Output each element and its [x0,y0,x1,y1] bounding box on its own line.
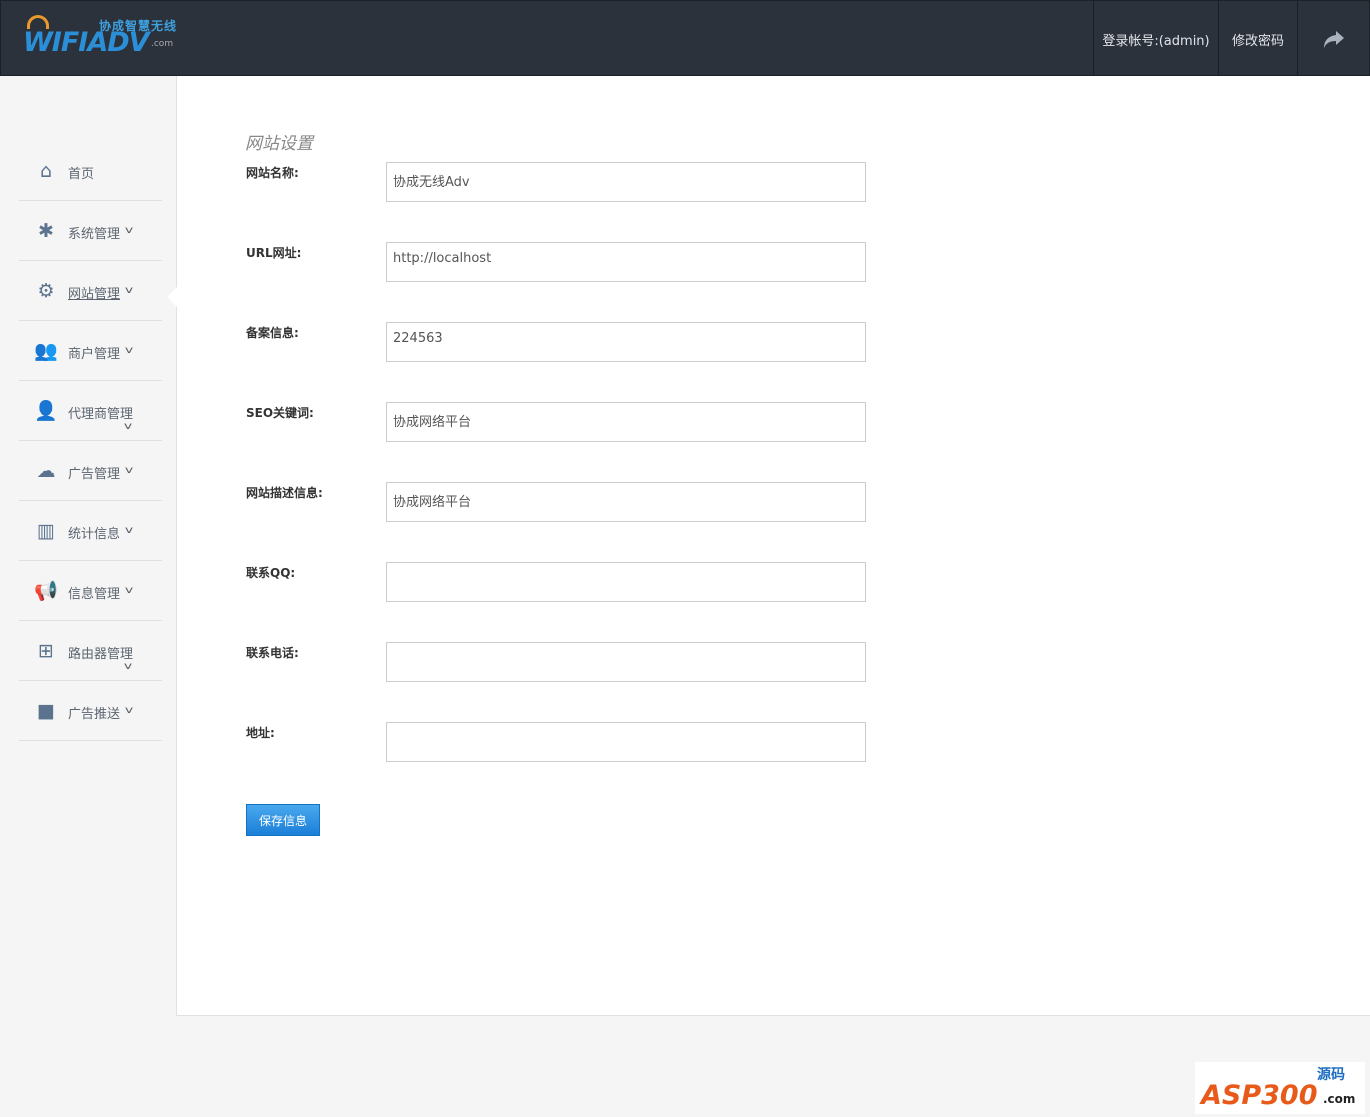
field-input-7[interactable] [386,722,866,762]
field-label: 网站描述信息: [246,486,323,500]
field-label: 网站名称: [246,166,299,180]
field-input-6[interactable] [386,642,866,682]
share-arrow-icon [1323,31,1344,48]
logout-button[interactable] [1297,1,1369,77]
main-content: 网站设置 保存信息 网站名称: 协成无线Adv URL网址: http://local… [177,76,1370,1016]
active-pointer [167,287,177,307]
logo-en-text: WIFIADV [23,27,150,58]
field-label: 地址: [246,726,275,740]
field-value: 224563 [393,331,443,346]
top-header: 协成智慧无线 WIFIADV .com 登录帐号:(admin) 修改密码 [0,0,1370,77]
field-label: 联系电话: [246,646,299,660]
sidebar-item-label: 统计信息 [68,527,121,542]
chevron-down-icon: v [124,525,134,536]
cogs-icon: ⚙ [37,280,55,302]
logo-com-text: .com [151,39,174,49]
chevron-down-icon: v [124,285,134,296]
video-camera-icon: ■ [37,700,55,722]
sidebar-item-label: 首页 [68,167,95,182]
field-input-1[interactable]: http://localhost [386,242,866,282]
sidebar-item-6[interactable]: ▥ 统计信息 v [19,501,162,561]
save-button[interactable]: 保存信息 [246,804,320,836]
sidebar-item-2[interactable]: ⚙ 网站管理 v [19,261,162,321]
sidebar-item-label: 系统管理 [68,227,121,242]
chevron-down-icon: v [124,705,134,716]
field-label: SEO关键词: [246,406,314,420]
home-icon: ⌂ [39,160,53,182]
field-value: 协成网络平台 [393,415,472,430]
sidebar-item-7[interactable]: 📢 信息管理 v [19,561,162,621]
users-icon: 👥 [34,340,58,362]
sidebar-item-label: 商户管理 [68,347,121,362]
field-value: http://localhost [393,251,492,266]
chevron-down-icon: v [124,225,134,236]
field-value: 协成无线Adv [393,175,470,190]
field-value: 协成网络平台 [393,495,472,510]
sidebar-item-label: 网站管理 [68,287,121,302]
sidebar-item-label: 信息管理 [68,587,121,602]
field-input-2[interactable]: 224563 [386,322,866,362]
watermark-logo: ASP300 源码 .com [1195,1062,1365,1114]
sidebar-item-label: 代理商管理 [68,407,134,422]
sidebar-item-0[interactable]: ⌂ 首页 [19,141,162,201]
bullhorn-icon: 📢 [34,580,58,602]
sidebar-item-9[interactable]: ■ 广告推送 v [19,681,162,741]
sidebar-item-1[interactable]: ✱ 系统管理 v [19,201,162,261]
bar-chart-icon: ▥ [37,520,55,542]
sidebar-item-label: 广告管理 [68,467,121,482]
user-md-icon: 👤 [34,400,58,422]
field-label: URL网址: [246,246,302,260]
cloud-icon: ☁ [36,460,56,482]
logo[interactable]: 协成智慧无线 WIFIADV .com [21,13,181,65]
chevron-down-icon: v [124,345,134,356]
field-input-4[interactable]: 协成网络平台 [386,482,866,522]
sidebar-item-label: 广告推送 [68,707,121,722]
account-link[interactable]: 登录帐号:(admin) [1093,1,1218,77]
sidebar-item-3[interactable]: 👥 商户管理 v [19,321,162,381]
sidebar: ⌂ 首页 ✱ 系统管理 v ⚙ 网站管理 v 👥 商户管理 v 👤 代理商管理 v ☁ 广告管理 v ▥ 统计信息 v… [0,76,177,1016]
field-input-3[interactable]: 协成网络平台 [386,402,866,442]
page-title: 网站设置 [245,134,313,154]
field-input-0[interactable]: 协成无线Adv [386,162,866,202]
field-label: 备案信息: [246,326,299,340]
sitemap-icon: ⊞ [38,640,54,662]
asterisk-icon: ✱ [38,220,54,242]
sidebar-item-4[interactable]: 👤 代理商管理 v [19,381,162,441]
field-label: 联系QQ: [246,566,296,580]
sidebar-item-8[interactable]: ⊞ 路由器管理 v [19,621,162,681]
chevron-down-icon: v [124,465,134,476]
change-password-link[interactable]: 修改密码 [1218,1,1297,77]
chevron-down-icon: v [123,661,133,672]
field-input-5[interactable] [386,562,866,602]
chevron-down-icon: v [123,421,133,432]
sidebar-item-label: 路由器管理 [68,647,134,662]
sidebar-item-5[interactable]: ☁ 广告管理 v [19,441,162,501]
chevron-down-icon: v [124,585,134,596]
